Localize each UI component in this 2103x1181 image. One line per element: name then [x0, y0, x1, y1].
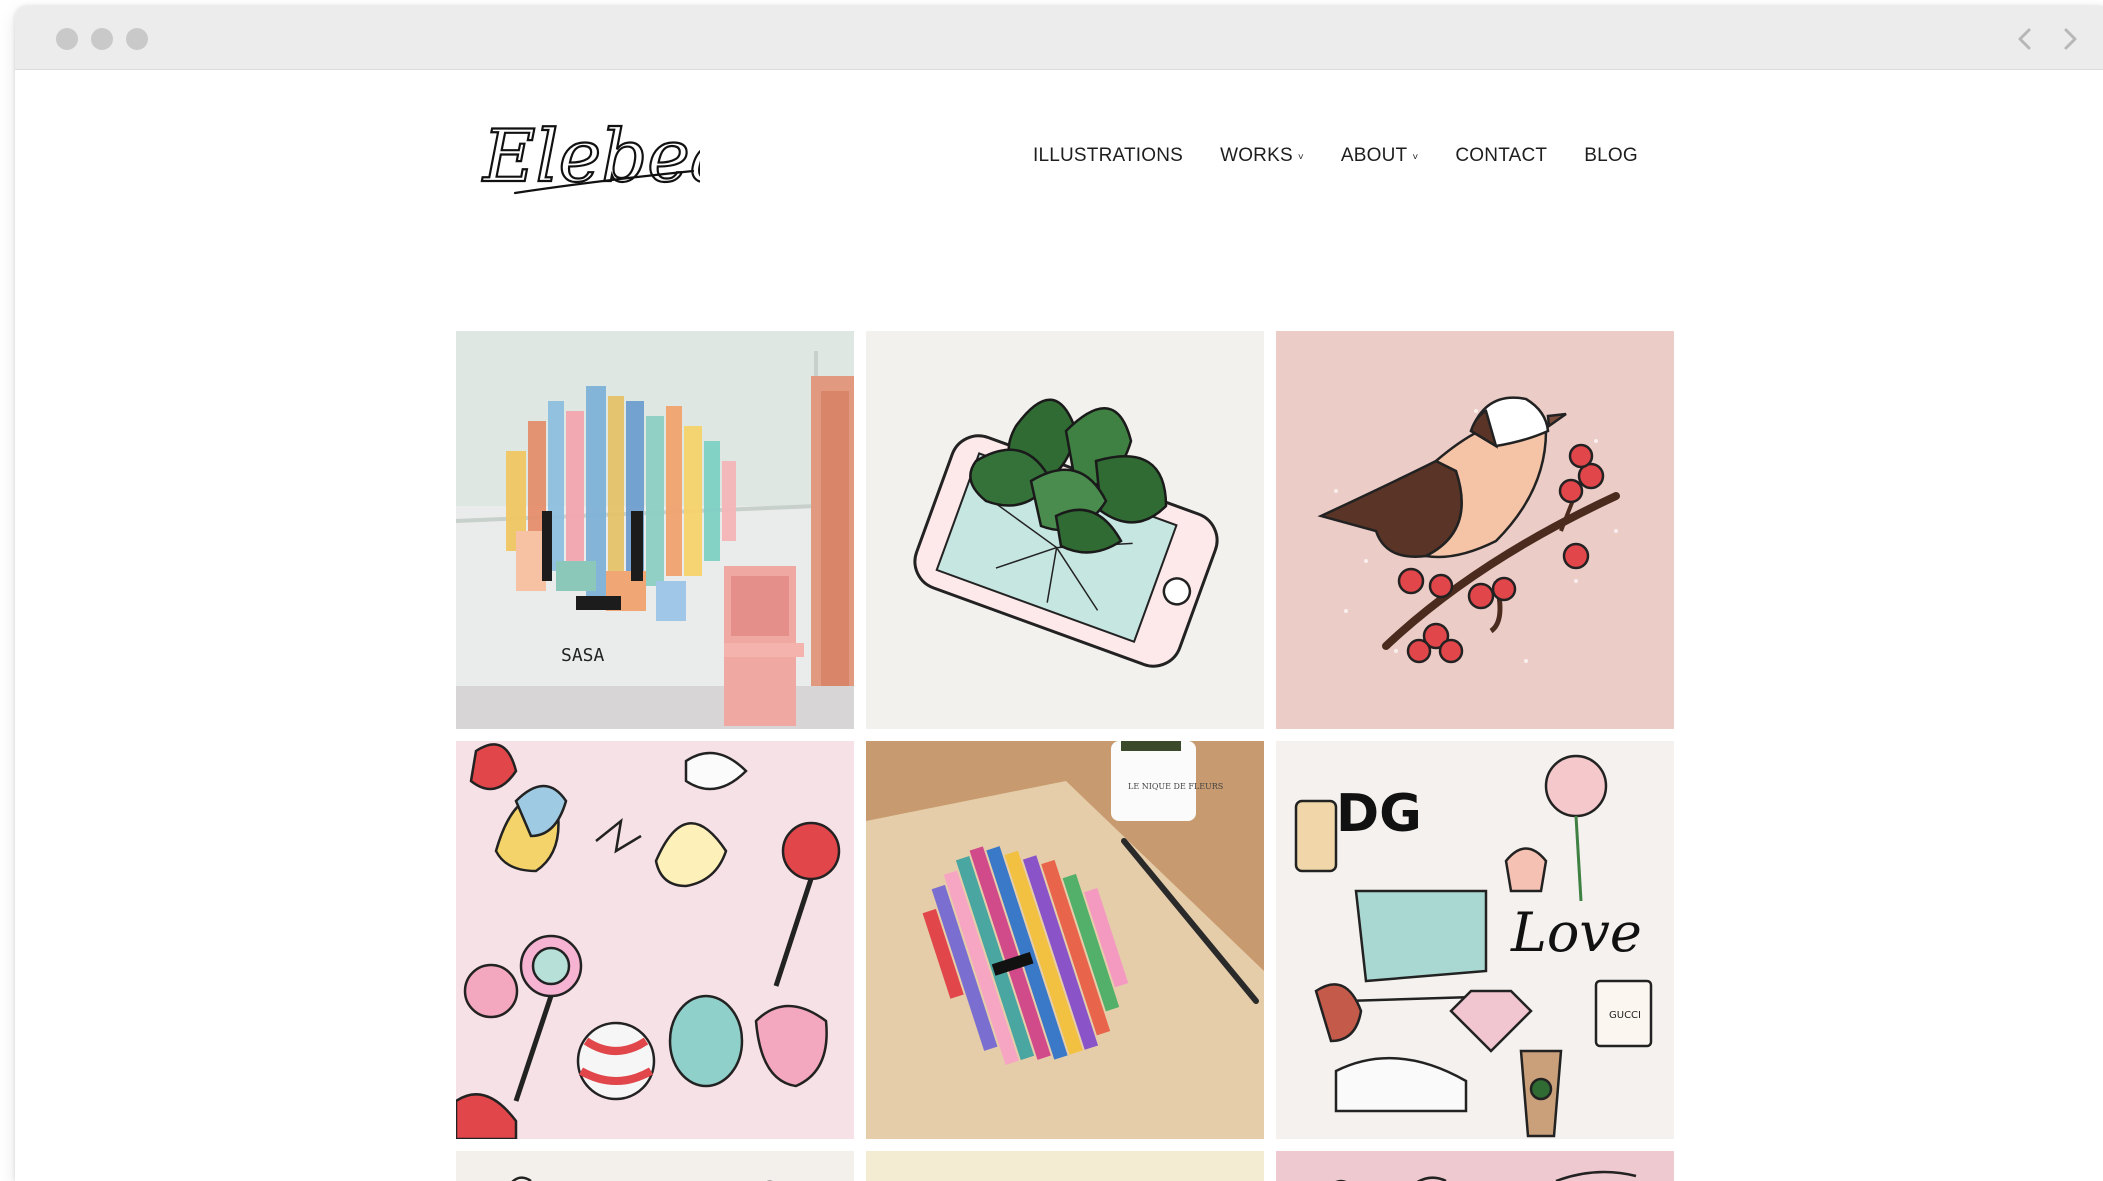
window-close-dot[interactable] — [56, 28, 78, 50]
mug-label: LE NIQUE DE FLEURS — [1128, 782, 1223, 791]
gallery-tile-candy-pattern[interactable] — [456, 741, 854, 1139]
gallery-tile-fashion-doodles[interactable]: DG Love GUCCI — [1276, 741, 1674, 1139]
page-content: Elebea ILLUSTRATIONS WORKS ˅ ABOUT ˅ CONTA… — [15, 71, 2103, 1181]
nav-item-blog[interactable]: BLOG — [1584, 145, 1638, 167]
chevron-down-icon: ˅ — [1412, 152, 1419, 163]
nav-label: BLOG — [1584, 145, 1638, 166]
nav-item-illustrations[interactable]: ILLUSTRATIONS — [1033, 145, 1183, 167]
gallery-tile-bird[interactable] — [1276, 331, 1674, 729]
mural-tag-text: SASA — [561, 645, 605, 666]
gallery-tile-mural[interactable]: SASA — [456, 331, 854, 729]
gallery-tile-partial-3[interactable] — [1276, 1151, 1674, 1181]
nav-label: CONTACT — [1455, 145, 1548, 166]
browser-window: Elebea ILLUSTRATIONS WORKS ˅ ABOUT ˅ CONTA… — [15, 6, 2103, 1181]
perfume-label: GUCCI — [1609, 1010, 1641, 1021]
site-logo[interactable]: Elebea — [475, 93, 734, 208]
nav-item-contact[interactable]: CONTACT — [1455, 145, 1547, 167]
gallery-tile-partial-2[interactable] — [866, 1151, 1264, 1181]
nav-label: ABOUT — [1340, 145, 1408, 166]
nav-label: WORKS — [1220, 145, 1293, 166]
nav-item-works[interactable]: WORKS ˅ — [1220, 145, 1304, 167]
logo-lettering: Elebea — [481, 114, 700, 198]
browser-titlebar — [15, 6, 2103, 70]
gallery-tile-plant-phone[interactable] — [866, 331, 1264, 729]
main-nav: ILLUSTRATIONS WORKS ˅ ABOUT ˅ CONTACT BLOG — [1033, 145, 1675, 167]
window-minimize-dot[interactable] — [91, 28, 113, 50]
chevron-down-icon: ˅ — [1297, 152, 1304, 163]
dg-letters: DG — [1336, 784, 1422, 844]
chevron-right-icon[interactable] — [2055, 22, 2085, 56]
chevron-left-icon[interactable] — [2010, 22, 2040, 56]
love-word: Love — [1510, 901, 1642, 964]
nav-item-about[interactable]: ABOUT ˅ — [1341, 145, 1419, 167]
nav-label: ILLUSTRATIONS — [1033, 145, 1184, 166]
gallery-tile-painting-paper[interactable]: LE NIQUE DE FLEURS — [866, 741, 1264, 1139]
window-zoom-dot[interactable] — [126, 28, 148, 50]
gallery-tile-partial-1[interactable] — [456, 1151, 854, 1181]
